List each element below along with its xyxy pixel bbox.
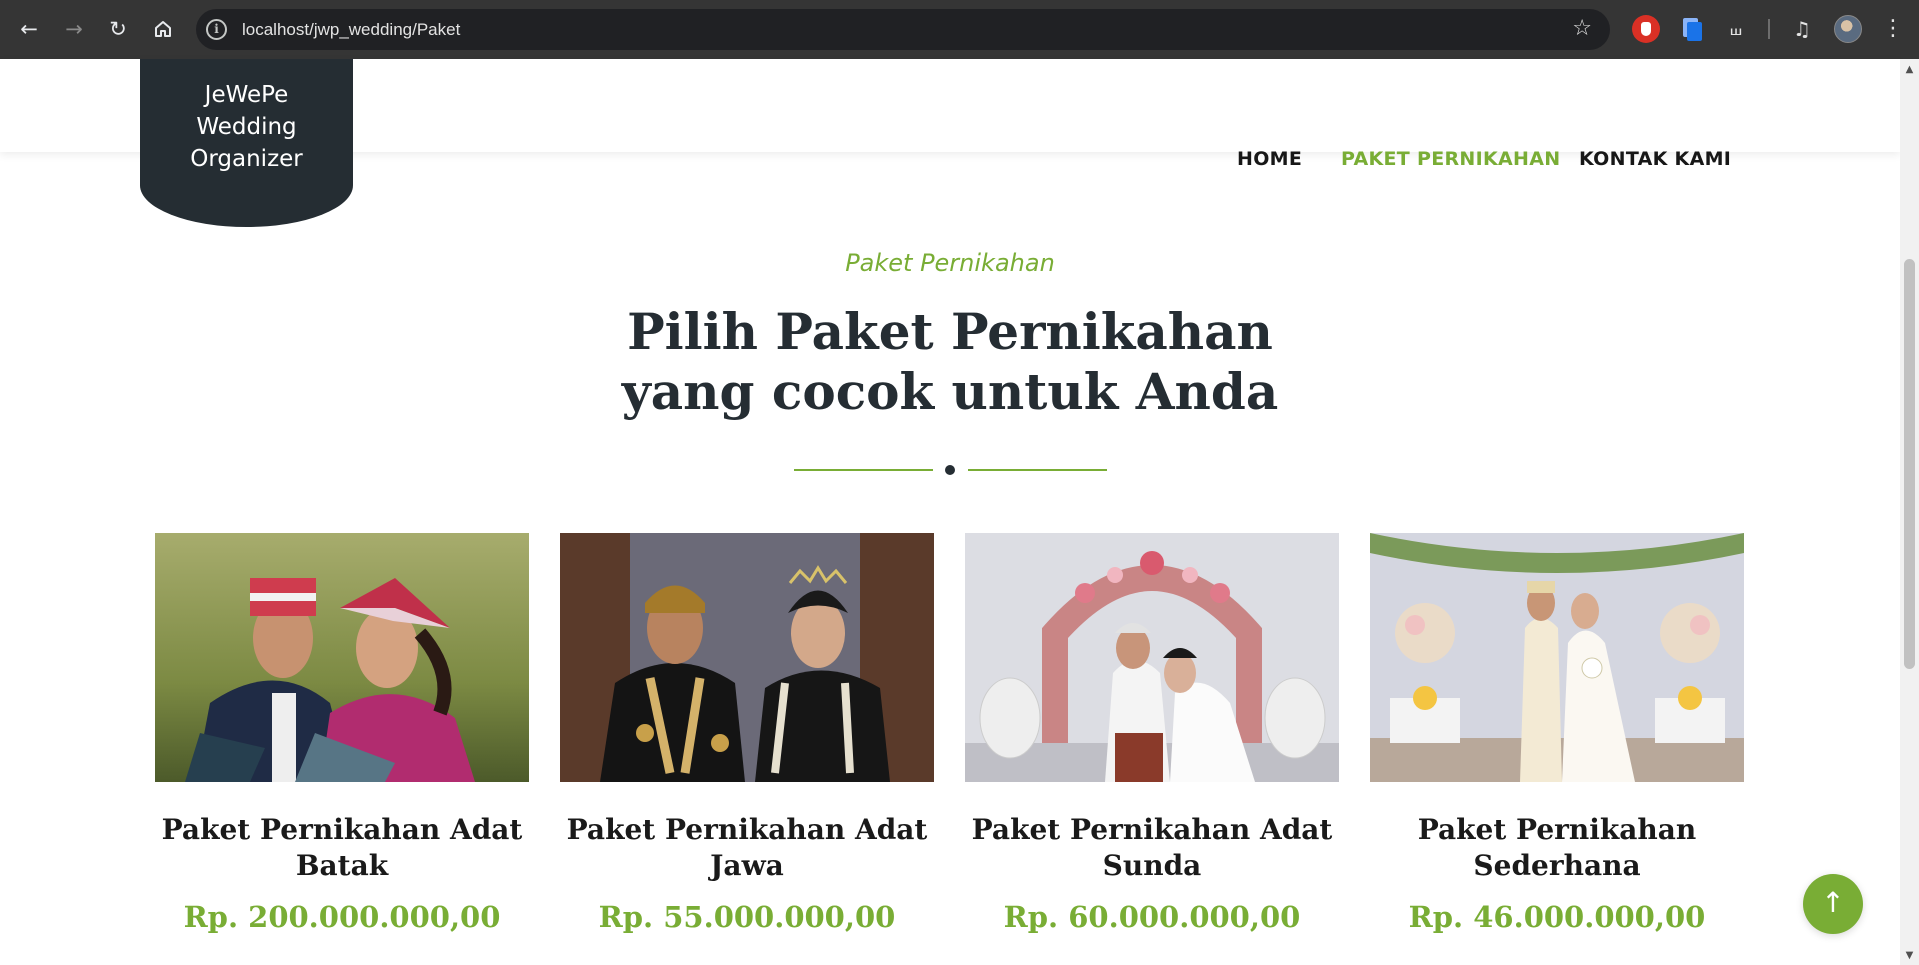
address-bar[interactable]: i localhost/jwp_wedding/Paket ☆ — [196, 9, 1610, 50]
sundanese-wedding-ceremony-photo[interactable] — [965, 533, 1339, 782]
package-card-jawa[interactable]: Paket Pernikahan Adat Jawa Rp. 55.000.00… — [560, 533, 934, 934]
package-title[interactable]: Paket Pernikahan Adat Batak — [155, 812, 529, 884]
forward-icon[interactable]: → — [59, 14, 89, 44]
headline-line-1: Pilih Paket Pernikahan — [627, 302, 1273, 361]
more-vertical-icon[interactable]: ⋮ — [1880, 14, 1906, 44]
package-title-line-2: Sederhana — [1473, 849, 1641, 882]
package-title-line-1: Paket Pernikahan Adat — [161, 813, 523, 846]
extensions-puzzle-icon[interactable]: ⧢ — [1722, 15, 1750, 43]
logo-line-2: Wedding — [196, 114, 297, 140]
javanese-wedding-couple-photo[interactable] — [560, 533, 934, 782]
nav-home[interactable]: HOME — [1237, 148, 1302, 170]
browser-toolbar: ← → ↻ i localhost/jwp_wedding/Paket ☆ ⧢ … — [0, 0, 1919, 59]
toolbar-separator — [1768, 19, 1770, 39]
batak-wedding-couple-photo[interactable] — [155, 533, 529, 782]
scroll-up-icon[interactable]: ▲ — [1900, 63, 1919, 77]
nav-kontak-kami[interactable]: KONTAK KAMI — [1579, 148, 1731, 170]
package-price: Rp. 60.000.000,00 — [1003, 900, 1301, 934]
reload-icon[interactable]: ↻ — [103, 14, 133, 44]
section-headline: Pilih Paket Pernikahan yang cocok untuk … — [0, 302, 1900, 422]
package-card-batak[interactable]: Paket Pernikahan Adat Batak Rp. 200.000.… — [155, 533, 529, 934]
package-title-line-2: Sunda — [1102, 849, 1202, 882]
page-scrollbar[interactable]: ▲ ▼ — [1900, 59, 1919, 965]
package-title-line-1: Paket Pernikahan — [1417, 813, 1697, 846]
divider-dot — [945, 465, 955, 475]
package-card-sederhana[interactable]: Paket Pernikahan Sederhana Rp. 46.000.00… — [1370, 533, 1744, 934]
media-control-icon[interactable]: ♫ — [1788, 15, 1816, 43]
url-text[interactable]: localhost/jwp_wedding/Paket — [242, 19, 460, 40]
package-title-line-2: Batak — [295, 849, 389, 882]
package-title[interactable]: Paket Pernikahan Adat Sunda — [965, 812, 1339, 884]
back-icon[interactable]: ← — [14, 14, 44, 44]
bookmark-star-icon[interactable]: ☆ — [1572, 15, 1592, 43]
adblock-extension-icon[interactable] — [1632, 15, 1660, 43]
logo-line-3: Organizer — [190, 146, 303, 172]
package-card-sunda[interactable]: Paket Pernikahan Adat Sunda Rp. 60.000.0… — [965, 533, 1339, 934]
package-price: Rp. 55.000.000,00 — [598, 900, 896, 934]
package-price: Rp. 46.000.000,00 — [1408, 900, 1706, 934]
divider-left — [794, 469, 933, 471]
home-icon[interactable] — [148, 14, 178, 44]
package-price: Rp. 200.000.000,00 — [183, 900, 501, 934]
simple-wedding-couple-photo[interactable] — [1370, 533, 1744, 782]
divider-right — [968, 469, 1107, 471]
profile-avatar[interactable] — [1834, 15, 1862, 43]
package-title[interactable]: Paket Pernikahan Adat Jawa — [560, 812, 934, 884]
nav-paket-pernikahan[interactable]: PAKET PERNIKAHAN — [1341, 148, 1560, 170]
package-title-line-1: Paket Pernikahan Adat — [971, 813, 1333, 846]
site-logo[interactable]: JeWePe Wedding Organizer — [140, 59, 353, 227]
logo-line-1: JeWePe — [204, 82, 289, 108]
package-title-line-2: Jawa — [710, 849, 784, 882]
site-info-icon[interactable]: i — [206, 19, 227, 40]
section-eyebrow: Paket Pernikahan — [845, 249, 1055, 277]
headline-line-2: yang cocok untuk Anda — [621, 362, 1279, 421]
scroll-down-icon[interactable]: ▼ — [1900, 949, 1919, 963]
scroll-to-top-button[interactable]: ↑ — [1803, 874, 1863, 934]
arrow-up-icon: ↑ — [1821, 886, 1845, 919]
docs-extension-icon[interactable] — [1678, 15, 1706, 43]
package-title[interactable]: Paket Pernikahan Sederhana — [1370, 812, 1744, 884]
package-title-line-1: Paket Pernikahan Adat — [566, 813, 928, 846]
scrollbar-thumb[interactable] — [1904, 259, 1915, 669]
